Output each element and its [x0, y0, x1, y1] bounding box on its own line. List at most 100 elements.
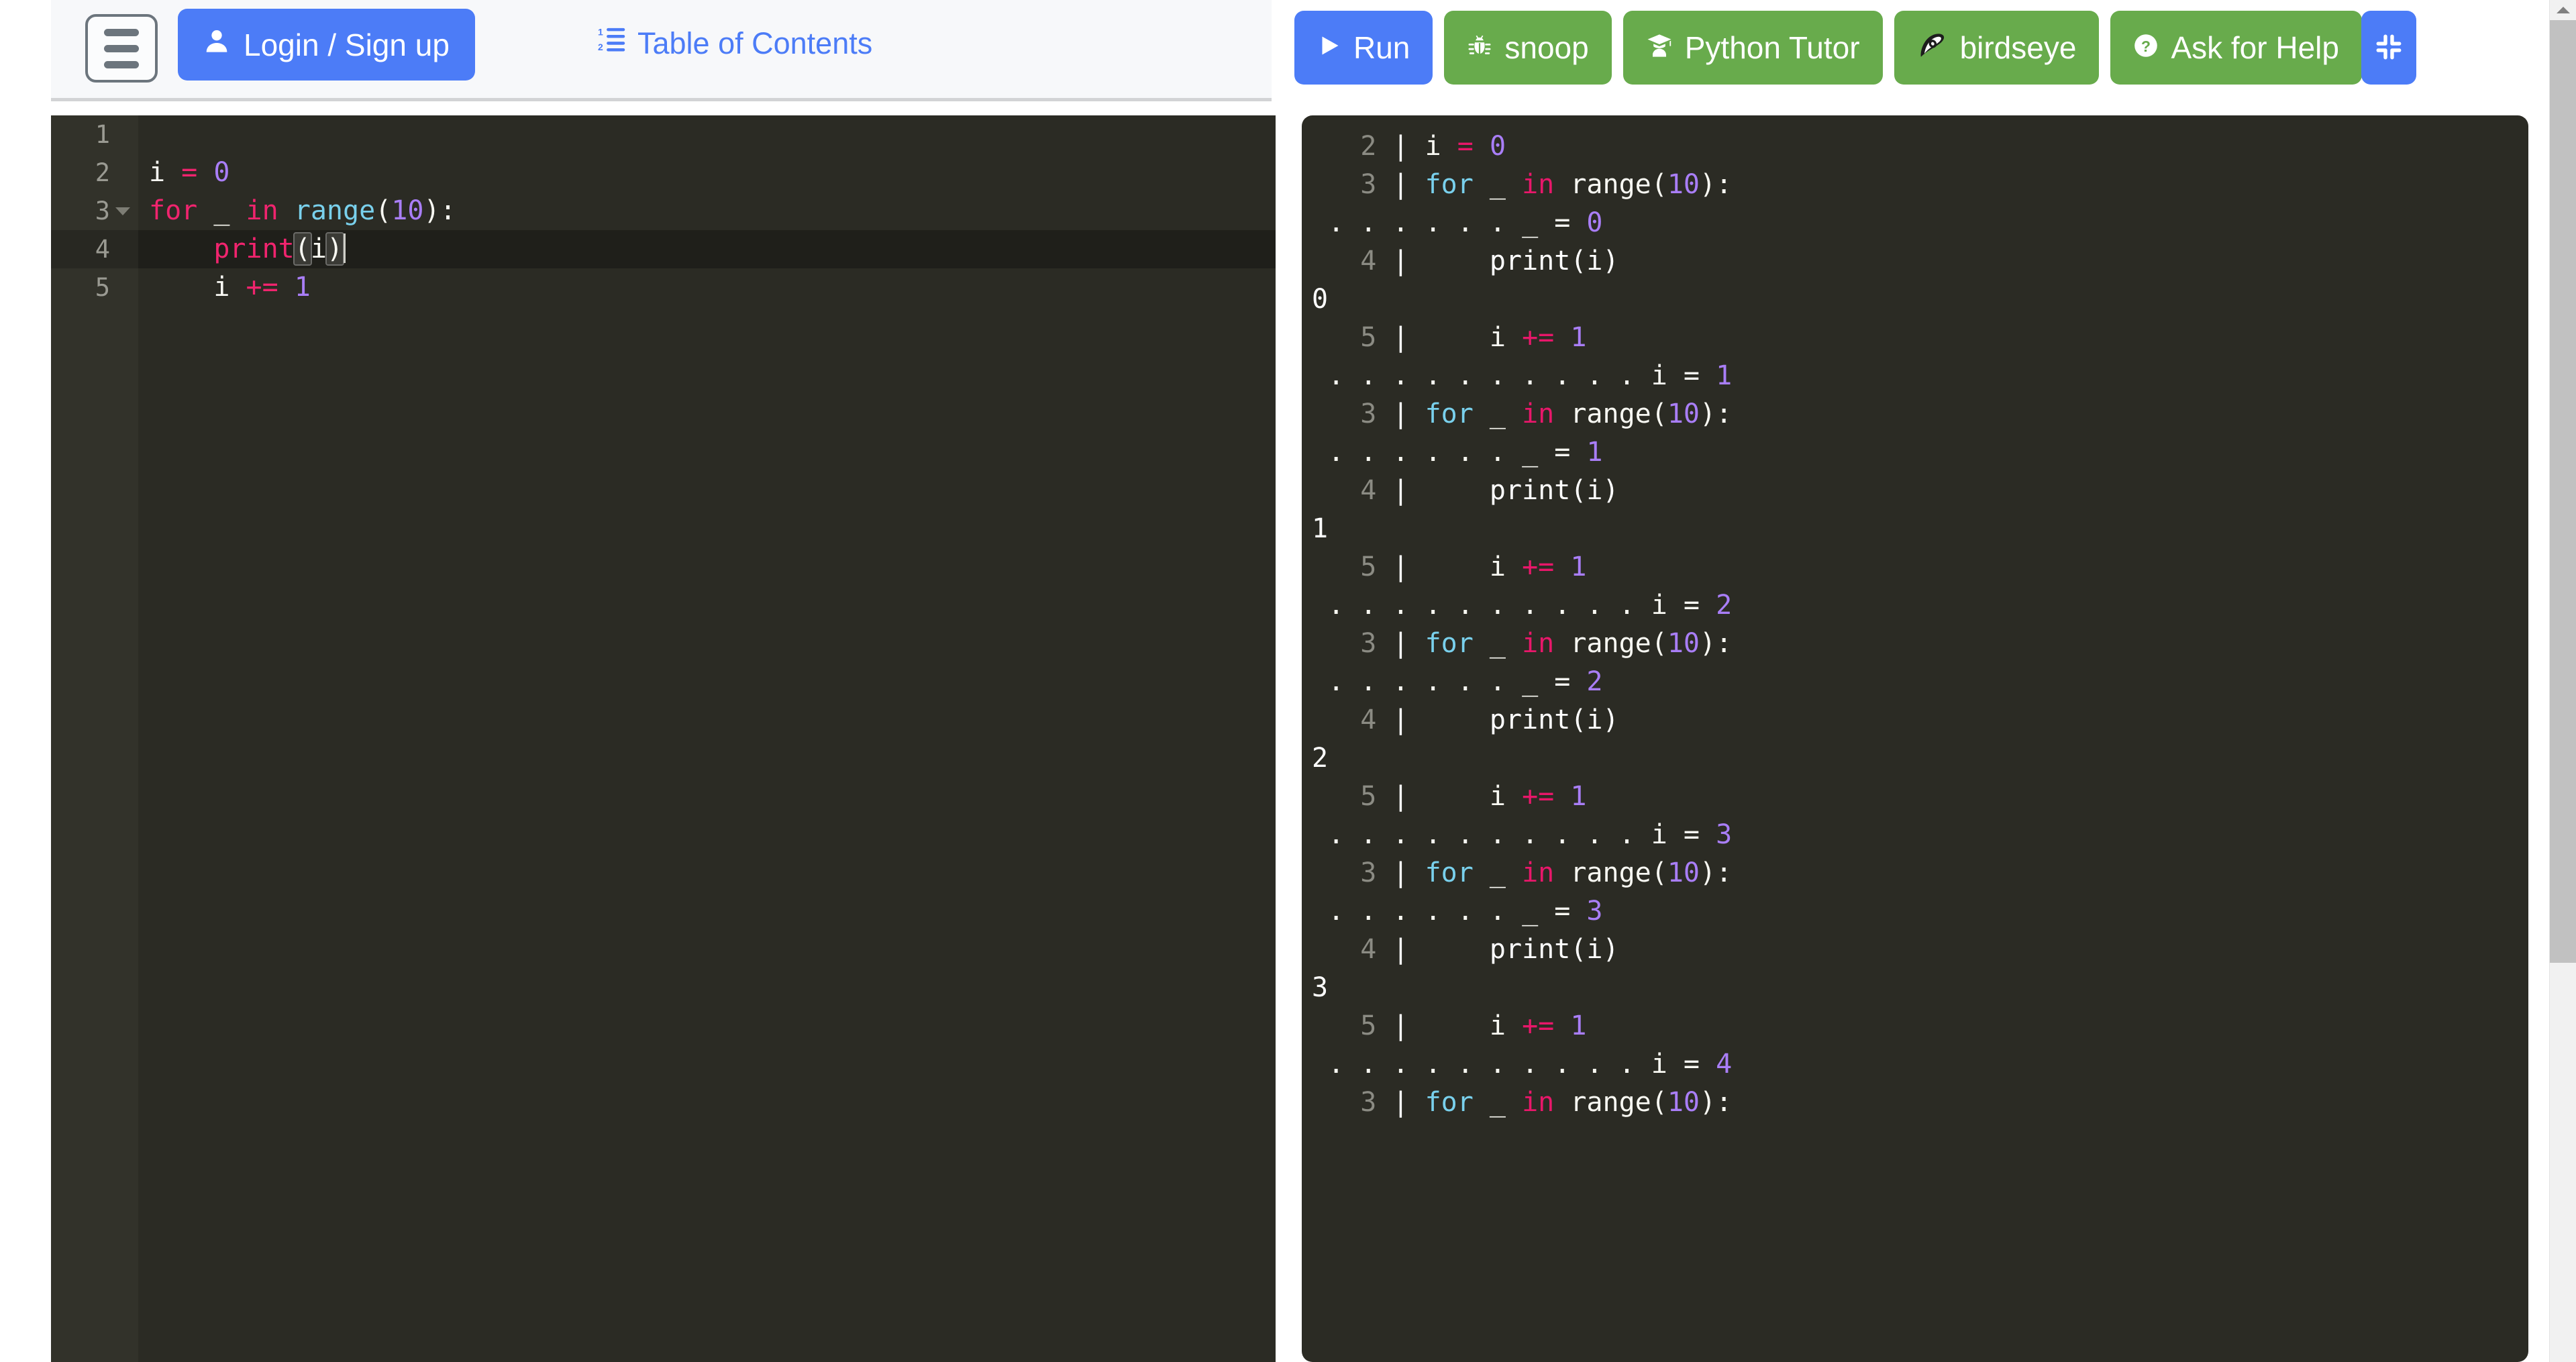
hamburger-icon-bar	[104, 28, 139, 36]
output-token: 4	[1312, 475, 1393, 506]
code-token: in	[246, 195, 295, 226]
editor-line[interactable]: 2 i = 0	[51, 154, 1276, 192]
output-token: 1	[1312, 513, 1329, 544]
editor-line-number: 4	[51, 230, 138, 268]
output-token: i	[1425, 1010, 1523, 1041]
output-token: ):	[1700, 1087, 1733, 1118]
output-token: _ =	[1522, 437, 1587, 468]
output-token: . . . . . .	[1312, 666, 1523, 697]
action-toolbar: Run snoop Python Tutor birdseye ? Ask fo…	[1294, 11, 2416, 85]
page-scrollbar[interactable]	[2549, 0, 2576, 1362]
output-token: i =	[1651, 1049, 1716, 1080]
bug-icon	[1467, 32, 1492, 64]
run-button[interactable]: Run	[1294, 11, 1433, 85]
code-editor-panel[interactable]: 1 2i = 0 3 for _ in range(10): 4 print(i) 5 i…	[51, 115, 1276, 1362]
editor-line-code: print(i)	[138, 230, 346, 268]
output-token: . . . . . . . . . .	[1312, 590, 1651, 621]
output-token: 2	[1312, 131, 1393, 162]
code-token: 1	[294, 272, 311, 303]
code-token: _	[213, 195, 246, 226]
output-token: i	[1425, 131, 1457, 162]
output-line: 3 | for _ in range(10):	[1302, 395, 2528, 433]
scrollbar-thumb[interactable]	[2550, 20, 2576, 963]
output-token: i	[1425, 552, 1523, 582]
fold-chevron-down-icon[interactable]	[115, 207, 130, 215]
output-line: . . . . . . _ = 0	[1302, 204, 2528, 242]
output-line: . . . . . . . . . . i = 1	[1302, 357, 2528, 395]
output-panel[interactable]: 2 | i = 0 3 | for _ in range(10): . . . …	[1302, 115, 2528, 1362]
output-token: 5	[1312, 552, 1393, 582]
output-token: |	[1392, 857, 1425, 888]
text-cursor	[344, 233, 346, 263]
code-token: )	[325, 232, 345, 266]
code-token: =	[181, 157, 214, 188]
output-token: 3	[1312, 1087, 1393, 1118]
output-token: 2	[1716, 590, 1733, 621]
output-token: =	[1457, 131, 1490, 162]
output-line: 2 | i = 0	[1302, 127, 2528, 166]
exit-fullscreen-button[interactable]	[2361, 11, 2416, 85]
output-token: range(	[1570, 1087, 1667, 1118]
login-signup-label: Login / Sign up	[244, 27, 450, 62]
output-line: 1	[1302, 510, 2528, 548]
login-signup-button[interactable]: Login / Sign up	[178, 9, 475, 81]
editor-line-number: 1	[95, 120, 110, 149]
editor-line[interactable]: 5 i += 1	[51, 268, 1276, 307]
output-token: _	[1489, 169, 1523, 200]
code-token: +=	[246, 272, 295, 303]
output-line: 3 | for _ in range(10):	[1302, 1084, 2528, 1122]
python-tutor-button[interactable]: Python Tutor	[1622, 11, 1883, 85]
code-token: 10	[391, 195, 424, 226]
snoop-button[interactable]: snoop	[1444, 11, 1612, 85]
output-line: 0	[1302, 280, 2528, 319]
code-token: (	[375, 195, 392, 226]
output-token: 4	[1312, 704, 1393, 735]
output-line: 4 | print(i)	[1302, 931, 2528, 969]
output-token: range(	[1570, 857, 1667, 888]
output-token: 10	[1667, 169, 1700, 200]
code-token: 0	[213, 157, 230, 188]
table-of-contents-link[interactable]: 1 2 Table of Contents	[598, 25, 872, 61]
editor-line[interactable]: 3 for _ in range(10):	[51, 192, 1276, 230]
output-token: . . . . . . . . . .	[1312, 360, 1651, 391]
output-token: print(i)	[1425, 704, 1619, 735]
output-token: |	[1392, 1010, 1425, 1041]
code-token: range	[294, 195, 376, 226]
output-token: . . . . . .	[1312, 207, 1523, 238]
output-token: . . . . . .	[1312, 437, 1523, 468]
birdseye-button[interactable]: birdseye	[1894, 11, 2100, 85]
ask-for-help-button[interactable]: ? Ask for Help	[2110, 11, 2362, 85]
output-token: 3	[1716, 819, 1733, 850]
output-token: i =	[1651, 590, 1716, 621]
user-icon	[203, 26, 230, 63]
editor-line[interactable]: 1	[51, 115, 1276, 154]
svg-text:?: ?	[2141, 37, 2151, 54]
output-token: _	[1489, 857, 1523, 888]
table-of-contents-label: Table of Contents	[637, 25, 873, 60]
output-token: for	[1425, 628, 1490, 659]
output-token: +=	[1522, 322, 1571, 353]
chevron-up-icon[interactable]	[2550, 0, 2576, 20]
output-token: in	[1522, 399, 1571, 429]
output-token: ):	[1700, 857, 1733, 888]
code-token: print	[213, 233, 295, 264]
output-line: 3 | for _ in range(10):	[1302, 166, 2528, 204]
output-token: range(	[1570, 628, 1667, 659]
editor-line[interactable]: 4 print(i)	[51, 230, 1276, 268]
output-token: +=	[1522, 552, 1571, 582]
output-token: for	[1425, 857, 1490, 888]
output-token: 3	[1312, 169, 1393, 200]
output-line: 4 | print(i)	[1302, 472, 2528, 510]
editor-line-code: i += 1	[138, 268, 311, 307]
hamburger-menu-button[interactable]	[85, 14, 158, 83]
output-line: 4 | print(i)	[1302, 242, 2528, 280]
output-token: |	[1392, 246, 1425, 276]
output-token: . . . . . .	[1312, 896, 1523, 927]
output-token: 1	[1586, 437, 1603, 468]
output-token: range(	[1570, 399, 1667, 429]
output-line: 4 | print(i)	[1302, 701, 2528, 739]
hamburger-icon-bar	[104, 44, 139, 52]
output-token: |	[1392, 169, 1425, 200]
output-token: for	[1425, 399, 1490, 429]
python-tutor-button-label: Python Tutor	[1684, 30, 1860, 65]
